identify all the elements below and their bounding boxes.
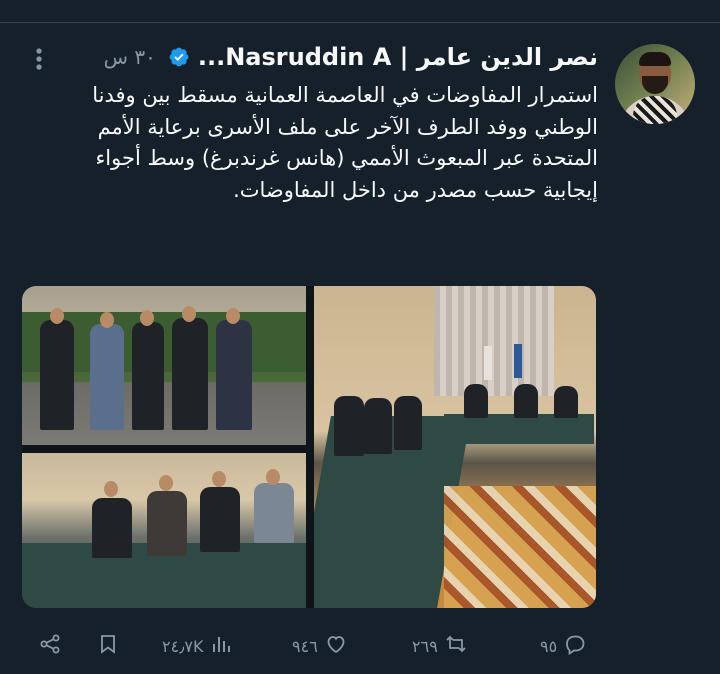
heart-icon [324, 632, 348, 660]
views-icon [209, 632, 233, 660]
media-grid[interactable] [22, 286, 596, 608]
views-button[interactable]: ٢٤٫٧K [162, 618, 233, 674]
verified-badge-icon [168, 46, 190, 68]
top-divider [0, 22, 720, 23]
tweet-header: نصر الدين عامر | Nasruddin A... ٣٠ س [104, 40, 598, 74]
views-count: ٢٤٫٧K [162, 636, 204, 656]
tweet-actions: ٩٥ ٢٦٩ ٩٤٦ ٢٤٫٧K [0, 618, 720, 674]
share-icon [38, 632, 62, 660]
photo-table-meeting[interactable] [22, 453, 306, 608]
bookmark-icon [96, 632, 120, 660]
avatar[interactable] [615, 44, 695, 124]
like-button[interactable]: ٩٤٦ [292, 618, 348, 674]
bookmark-button[interactable] [96, 618, 120, 674]
tweet-text: استمرار المفاوضات في العاصمة العمانية مس… [92, 83, 598, 202]
photo-group-standing[interactable] [22, 286, 306, 445]
author-name[interactable]: نصر الدين عامر | Nasruddin A... [198, 43, 598, 71]
reply-icon [563, 632, 587, 660]
photo-negotiation-hall[interactable] [314, 286, 596, 608]
tweet-time[interactable]: ٣٠ س [104, 45, 156, 69]
more-options-icon[interactable] [32, 46, 46, 72]
retweet-button[interactable]: ٢٦٩ [412, 618, 468, 674]
reply-button[interactable]: ٩٥ [540, 618, 587, 674]
reply-count: ٩٥ [540, 636, 558, 656]
retweet-icon [444, 632, 468, 660]
retweet-count: ٢٦٩ [412, 636, 438, 656]
like-count: ٩٤٦ [292, 636, 318, 656]
share-button[interactable] [38, 618, 62, 674]
